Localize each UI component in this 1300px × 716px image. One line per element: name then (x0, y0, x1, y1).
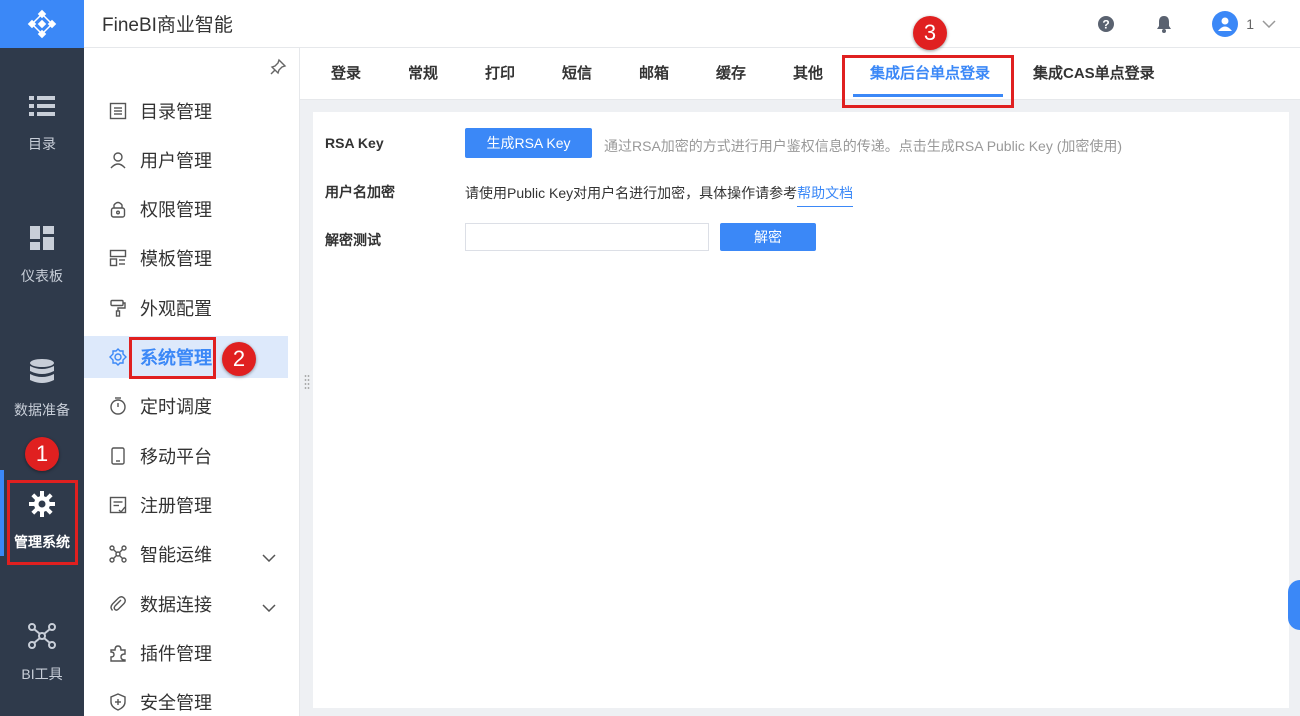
rail-item-label: 数据准备 (14, 402, 70, 418)
admin-menu: 目录管理 用户管理 权限管理 模板管理 外观配置 系统管理 定时调度 移动平台 … (84, 48, 300, 716)
rail-item-label: 目录 (28, 136, 56, 152)
menu-item-label: 移动平台 (140, 447, 212, 467)
paint-roller-icon (108, 298, 128, 318)
user-name[interactable]: 1 (1246, 16, 1254, 32)
shield-icon (108, 692, 128, 712)
logo-icon (27, 9, 57, 39)
tab-cas-sso[interactable]: 集成CAS单点登录 (1033, 48, 1155, 100)
pin-icon[interactable] (269, 58, 287, 81)
dashboard-icon (28, 224, 56, 252)
bell-icon[interactable] (1154, 14, 1174, 34)
menu-item-mobile[interactable]: 移动平台 (84, 435, 288, 477)
menu-item-label: 安全管理 (140, 693, 212, 713)
menu-item-data-connection[interactable]: 数据连接 (84, 583, 288, 625)
register-icon (108, 495, 128, 515)
chevron-down-icon[interactable] (262, 546, 276, 567)
decrypt-test-input[interactable] (465, 223, 709, 251)
catalog-icon (108, 101, 128, 121)
generate-rsa-key-button[interactable]: 生成RSA Key (465, 128, 592, 158)
panel-resize-handle[interactable] (304, 372, 310, 392)
chevron-down-icon[interactable] (262, 596, 276, 617)
primary-nav-rail: 目录 仪表板 数据准备 管理系统 BI工具 (0, 0, 84, 716)
rail-item-catalog[interactable]: 目录 (0, 92, 84, 154)
rail-item-data-prep[interactable]: 数据准备 (0, 358, 84, 420)
puzzle-icon (108, 643, 128, 663)
username-encrypt-desc: 请使用Public Key对用户名进行加密，具体操作请参考帮助文档 (465, 183, 854, 207)
menu-item-plugins[interactable]: 插件管理 (84, 632, 288, 674)
menu-item-registration[interactable]: 注册管理 (84, 484, 288, 526)
annotation-box-3 (842, 55, 1014, 108)
decrypt-test-label: 解密测试 (325, 232, 381, 248)
help-icon[interactable]: ? (1096, 14, 1116, 34)
menu-item-appearance[interactable]: 外观配置 (84, 287, 288, 329)
user-icon (108, 150, 128, 170)
ops-icon (108, 544, 128, 564)
svg-text:?: ? (1103, 18, 1110, 32)
menu-item-label: 用户管理 (140, 151, 212, 171)
rail-item-label: BI工具 (21, 666, 63, 682)
annotation-badge-3: 3 (913, 16, 947, 50)
list-icon (28, 92, 56, 120)
floating-assistant-widget[interactable] (1288, 580, 1300, 630)
template-icon (108, 248, 128, 268)
rsa-key-hint: 通过RSA加密的方式进行用户鉴权信息的传递。点击生成RSA Public Key… (604, 138, 1123, 154)
paperclip-icon (108, 594, 128, 614)
menu-item-label: 外观配置 (140, 299, 212, 319)
sso-settings-panel: RSA Key 生成RSA Key 通过RSA加密的方式进行用户鉴权信息的传递。… (313, 112, 1289, 708)
menu-item-label: 插件管理 (140, 644, 212, 664)
network-icon (28, 622, 56, 650)
annotation-badge-2: 2 (222, 342, 256, 376)
menu-item-templates[interactable]: 模板管理 (84, 237, 288, 279)
menu-item-label: 模板管理 (140, 249, 212, 269)
menu-item-smart-ops[interactable]: 智能运维 (84, 533, 288, 575)
annotation-box-2 (129, 337, 216, 379)
menu-item-label: 智能运维 (140, 545, 212, 565)
rail-item-label: 仪表板 (21, 268, 63, 284)
menu-item-label: 权限管理 (140, 200, 212, 220)
settings-icon (108, 347, 128, 367)
tab-sms[interactable]: 短信 (562, 48, 592, 100)
menu-item-label: 定时调度 (140, 397, 212, 417)
tab-login[interactable]: 登录 (331, 48, 361, 100)
menu-item-catalog[interactable]: 目录管理 (84, 90, 288, 132)
app-logo[interactable] (0, 0, 84, 48)
username-encrypt-text: 请使用Public Key对用户名进行加密，具体操作请参考 (465, 185, 798, 201)
app-title: FineBI商业智能 (102, 15, 233, 36)
timer-icon (108, 396, 128, 416)
annotation-badge-1: 1 (25, 437, 59, 471)
username-encrypt-label: 用户名加密 (325, 184, 395, 200)
rsa-key-label: RSA Key (325, 135, 384, 151)
menu-item-scheduling[interactable]: 定时调度 (84, 385, 288, 427)
header-actions: ? 1 (1096, 0, 1276, 48)
menu-item-permissions[interactable]: 权限管理 (84, 188, 288, 230)
top-header: FineBI商业智能 ? 1 (84, 0, 1300, 48)
rail-item-bi-tools[interactable]: BI工具 (0, 622, 84, 684)
help-doc-link[interactable]: 帮助文档 (797, 185, 854, 207)
tab-general[interactable]: 常规 (408, 48, 438, 100)
settings-tabs: 登录 常规 打印 短信 邮箱 缓存 其他 集成后台单点登录 集成CAS单点登录 (300, 48, 1300, 100)
chevron-down-icon[interactable] (1262, 15, 1276, 33)
menu-item-users[interactable]: 用户管理 (84, 139, 288, 181)
tab-print[interactable]: 打印 (485, 48, 515, 100)
avatar[interactable] (1212, 11, 1239, 37)
menu-item-label: 注册管理 (140, 496, 212, 516)
tab-other[interactable]: 其他 (793, 48, 823, 100)
decrypt-button[interactable]: 解密 (720, 223, 816, 251)
lock-icon (108, 199, 128, 219)
tab-cache[interactable]: 缓存 (716, 48, 746, 100)
menu-item-security[interactable]: 安全管理 (84, 681, 288, 716)
menu-item-label: 目录管理 (140, 102, 212, 122)
annotation-box-1 (7, 480, 78, 565)
database-icon (28, 358, 56, 386)
menu-item-label: 数据连接 (140, 595, 212, 615)
rail-item-dashboard[interactable]: 仪表板 (0, 224, 84, 286)
tablet-icon (108, 446, 128, 466)
tab-email[interactable]: 邮箱 (639, 48, 669, 100)
